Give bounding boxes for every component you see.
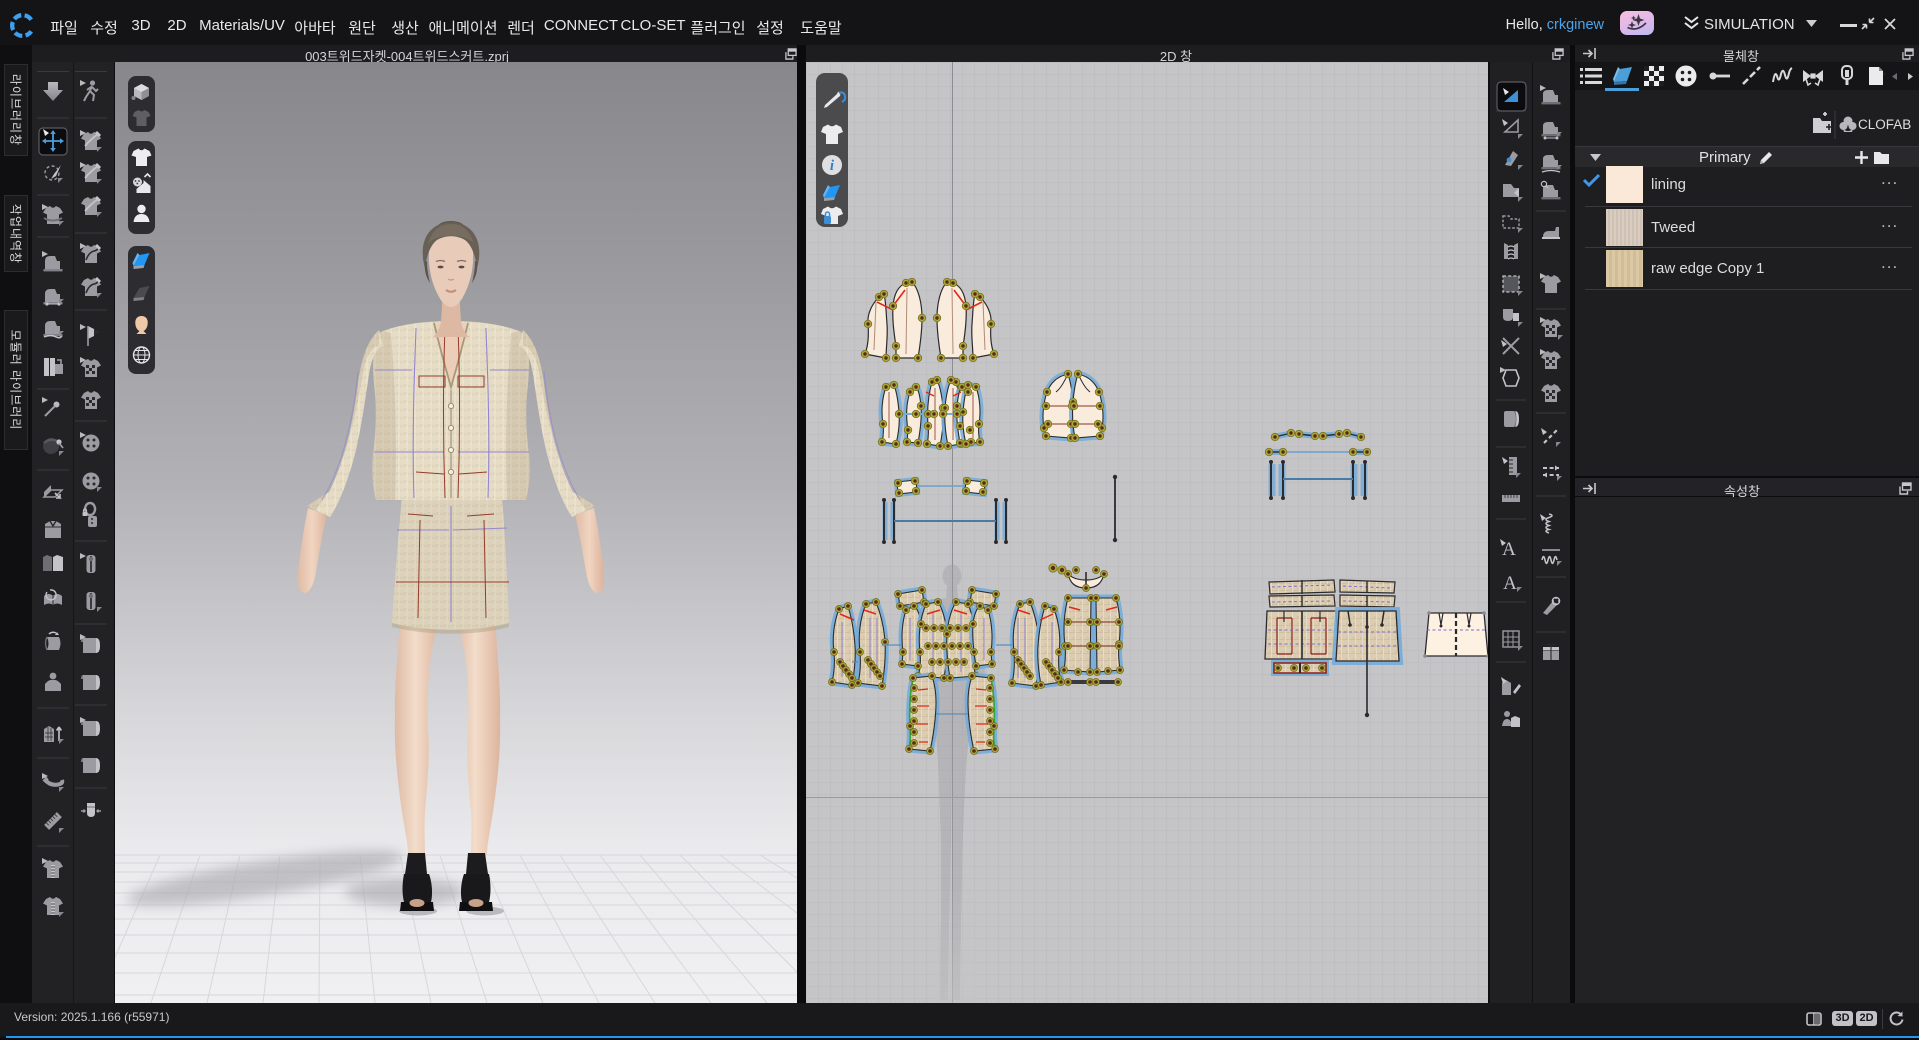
svg-text:CLOFAB: CLOFAB (1858, 117, 1911, 132)
svg-text:A: A (1503, 573, 1517, 594)
